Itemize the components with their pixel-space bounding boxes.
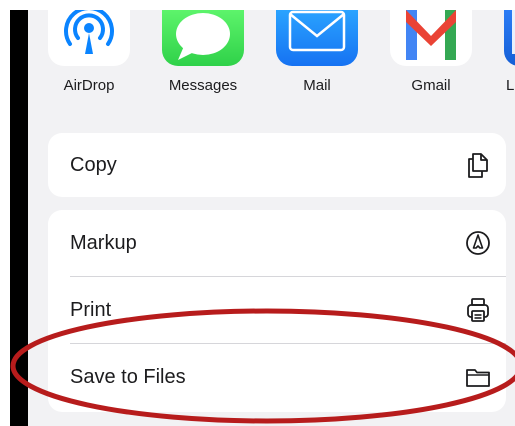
- app-label-mail: Mail: [303, 77, 331, 94]
- copy-group: Copy: [48, 133, 506, 197]
- app-icon-partial: [512, 10, 515, 54]
- print-action[interactable]: Print: [48, 277, 506, 343]
- print-icon: [467, 298, 489, 322]
- markup-action[interactable]: Markup: [48, 210, 506, 276]
- app-label-partial: L: [506, 77, 515, 94]
- actions-group: Markup Print Save to Files: [48, 210, 506, 412]
- mail-icon: [288, 10, 346, 52]
- partial-app-button[interactable]: [504, 10, 515, 66]
- airdrop-app-button[interactable]: [48, 10, 130, 66]
- copy-action[interactable]: Copy: [48, 132, 506, 198]
- gmail-app-button[interactable]: [390, 10, 472, 66]
- app-label-airdrop: AirDrop: [63, 77, 115, 94]
- save-to-files-label: Save to Files: [70, 366, 186, 388]
- gmail-icon: [406, 10, 456, 60]
- mail-app-button[interactable]: [276, 10, 358, 66]
- markup-label: Markup: [70, 232, 137, 254]
- folder-icon: [466, 369, 490, 387]
- share-sheet: AirDrop Messages Mail Gmail L Copy Marku…: [28, 10, 515, 426]
- markup-icon: [466, 231, 490, 255]
- messages-app-button[interactable]: [162, 10, 244, 66]
- messages-icon: [176, 13, 230, 60]
- screenshot-frame: AirDrop Messages Mail Gmail L Copy Marku…: [10, 10, 515, 426]
- copy-icon: [468, 153, 488, 178]
- app-label-messages: Messages: [168, 77, 238, 94]
- airdrop-icon: [64, 10, 114, 54]
- save-to-files-action[interactable]: Save to Files: [48, 344, 506, 410]
- print-label: Print: [70, 299, 112, 321]
- app-label-gmail: Gmail: [411, 77, 451, 94]
- copy-label: Copy: [70, 154, 117, 176]
